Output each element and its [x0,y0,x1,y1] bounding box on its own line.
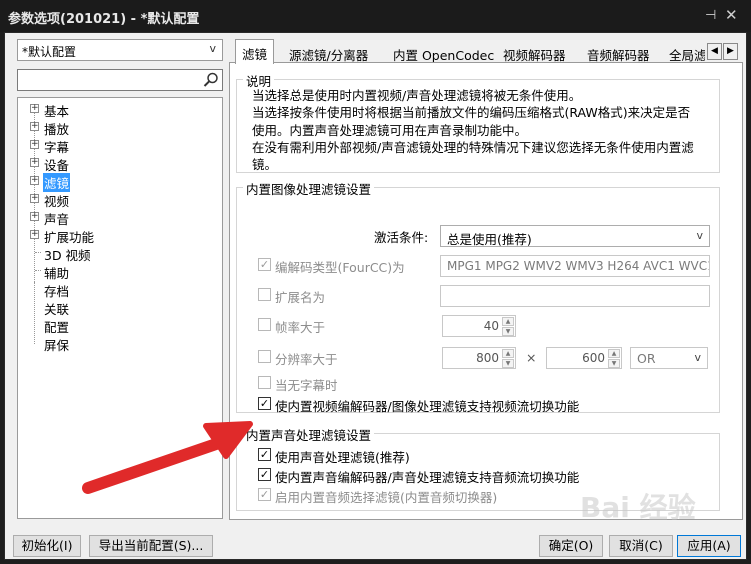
stepper-up-icon[interactable]: ▲ [502,317,514,326]
expand-icon[interactable]: + [30,230,39,239]
export-config-button[interactable]: 导出当前配置(S)... [89,535,213,557]
expand-icon[interactable]: + [30,122,39,131]
expand-icon[interactable]: + [30,176,39,185]
tab-opencodec[interactable]: 内置 OpenCodec [387,43,500,63]
window-title: 参数选项(201021) - *默认配置 [8,12,200,27]
apply-button[interactable]: 应用(A) [677,535,741,557]
tab-filter[interactable]: 滤镜 [235,39,275,64]
pin-icon[interactable]: ⊣ [705,8,716,23]
watermark-logo: Bai 经验 [580,491,696,524]
audio-filter-title: 内置声音处理滤镜设置 [243,425,375,444]
framerate-stepper[interactable]: 40 ▲ ▼ [442,315,516,337]
chevron-down-icon: v [209,42,216,55]
tab-audio-decoder[interactable]: 音频解码器 [581,43,656,63]
stepper-down-icon[interactable]: ▼ [502,359,514,368]
stepper-up-icon[interactable]: ▲ [502,349,514,358]
resolution-height-stepper[interactable]: 600 ▲ ▼ [546,347,622,369]
resolution-operator-select[interactable]: OR v [630,347,708,369]
resolution-width-stepper[interactable]: 800 ▲ ▼ [442,347,516,369]
close-icon[interactable]: ✕ [725,6,738,24]
expand-icon[interactable]: + [30,194,39,203]
activate-label: 激活条件: [374,230,429,245]
search-box[interactable] [17,69,223,91]
ok-button[interactable]: 确定(O) [539,535,603,557]
resolution-separator: × [526,350,537,365]
cancel-button[interactable]: 取消(C) [609,535,673,557]
title-bar: 参数选项(201021) - *默认配置 ⊣ ✕ [0,0,751,32]
tab-scroll-left-icon[interactable]: ◀ [707,43,722,60]
filter-panel: 说明 当选择总是使用时内置视频/声音处理滤镜将被无条件使用。 当选择按条件使用时… [229,62,743,520]
stepper-up-icon[interactable]: ▲ [608,349,620,358]
tab-global-filter[interactable]: 全局滤 [663,43,705,63]
expand-icon[interactable]: + [30,212,39,221]
expand-icon[interactable]: + [30,104,39,113]
profile-value: *默认配置 [22,45,77,59]
expand-icon[interactable]: + [30,158,39,167]
profile-select[interactable]: *默认配置 v [17,39,223,61]
tab-source-filter[interactable]: 源滤镜/分离器 [283,43,374,63]
tab-strip: 滤镜 源滤镜/分离器 内置 OpenCodec 视频解码器 音频解码器 全局滤 … [229,39,743,64]
fourcc-field[interactable]: MPG1 MPG2 WMV2 WMV3 H264 AVC1 WVC1 [440,255,710,277]
activate-select[interactable]: 总是使用(推荐) v [440,225,710,247]
chevron-down-icon: v [696,229,703,242]
dialog-client: *默认配置 v + 基本 + 播放 + 字幕 + 设备 + 滤镜 + 视频 + 声音 + 扩展功… [4,32,747,560]
stepper-down-icon[interactable]: ▼ [608,359,620,368]
chevron-down-icon: v [694,351,701,364]
stepper-down-icon[interactable]: ▼ [502,327,514,336]
image-filter-title: 内置图像处理滤镜设置 [243,179,375,198]
description-text: 当选择总是使用时内置视频/声音处理滤镜将被无条件使用。 当选择按条件使用时将根据… [252,88,694,173]
search-icon[interactable] [202,71,220,89]
tab-video-decoder[interactable]: 视频解码器 [497,43,572,63]
search-input[interactable] [20,72,196,88]
extension-field[interactable] [440,285,710,307]
settings-tree[interactable]: + 基本 + 播放 + 字幕 + 设备 + 滤镜 + 视频 + 声音 + 扩展功能 3D 视频 … [17,97,223,519]
tab-scroll-right-icon[interactable]: ▶ [723,43,738,60]
init-button[interactable]: 初始化(I) [13,535,81,557]
expand-icon[interactable]: + [30,140,39,149]
